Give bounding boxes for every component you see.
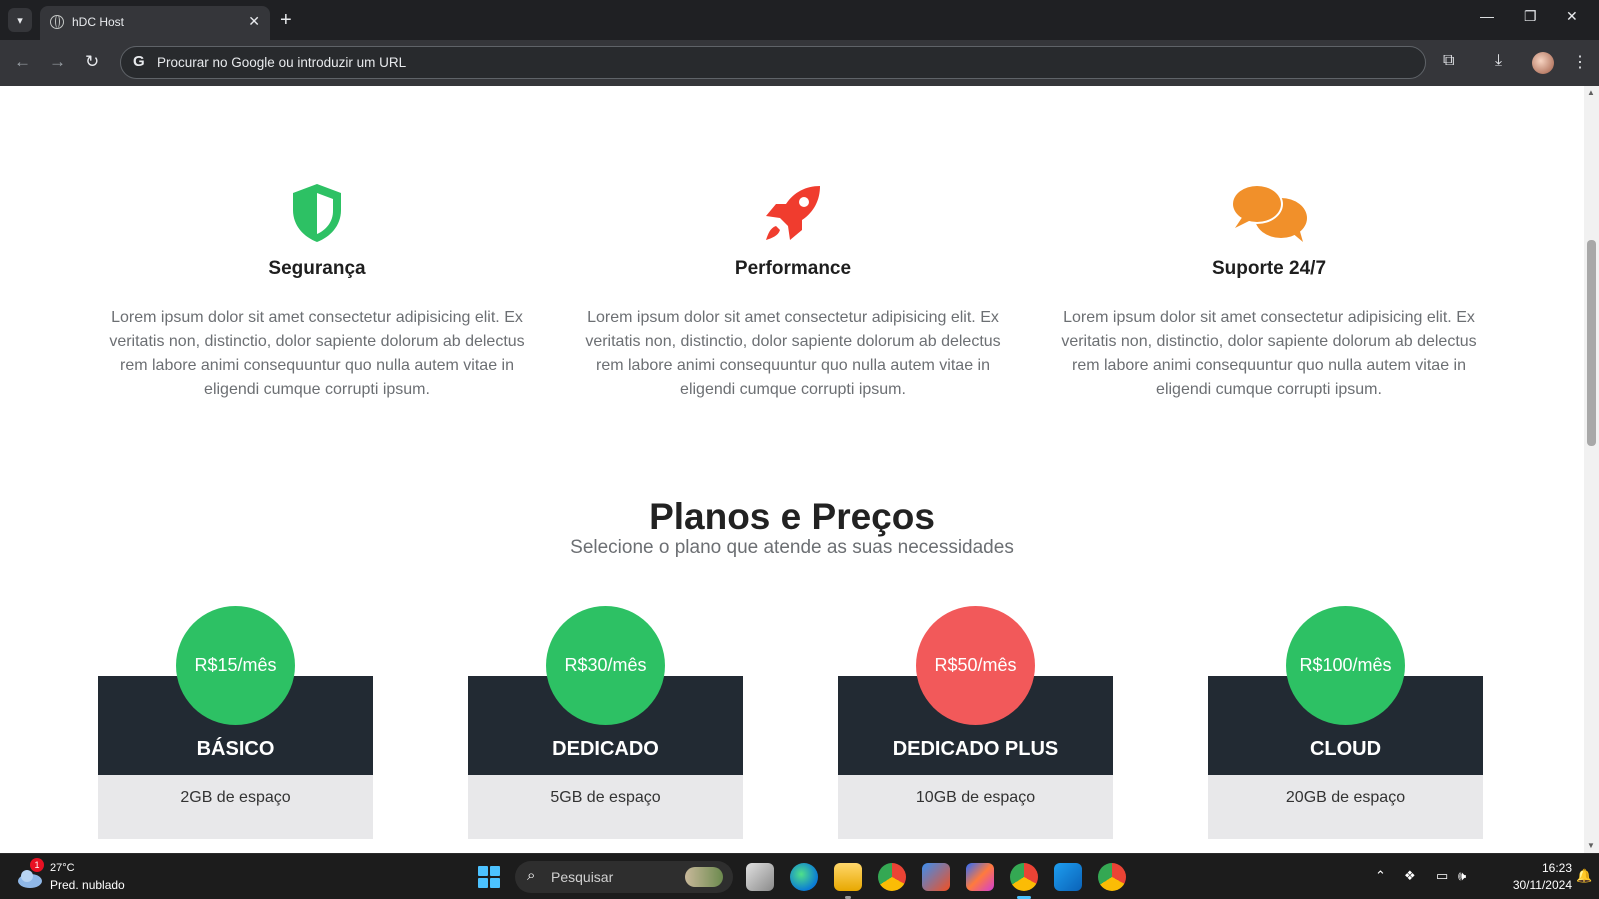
plan-card-basic[interactable]: BÁSICO R$15/mês 2GB de espaço bbox=[98, 606, 373, 839]
address-bar[interactable]: G Procurar no Google ou introduzir um UR… bbox=[120, 46, 1426, 79]
plan-body: 10GB de espaço bbox=[838, 775, 1113, 839]
feature-description: Lorem ipsum dolor sit amet consectetur a… bbox=[109, 309, 525, 398]
google-g-icon: G bbox=[133, 53, 145, 70]
edge-browser-icon[interactable] bbox=[790, 863, 818, 891]
download-icon[interactable]: ⤓ bbox=[1495, 52, 1502, 70]
vscode-icon[interactable] bbox=[1054, 863, 1082, 891]
dropbox-icon[interactable]: ❖ bbox=[1404, 868, 1416, 884]
feature-support: Suporte 24/7 Lorem ipsum dolor sit amet … bbox=[1059, 182, 1479, 402]
plan-name: CLOUD bbox=[1309, 738, 1382, 760]
plans-subtitle: Selecione o plano que atende as suas nec… bbox=[570, 537, 1014, 558]
address-bar-placeholder: Procurar no Google ou introduzir um URL bbox=[157, 55, 407, 70]
task-view-icon[interactable] bbox=[746, 863, 774, 891]
plan-price-circle: R$30/mês bbox=[546, 606, 665, 725]
plan-body: 20GB de espaço bbox=[1208, 775, 1483, 839]
plan-feature: 10GB de espaço bbox=[915, 789, 1036, 806]
plan-feature: 5GB de espaço bbox=[550, 789, 661, 806]
plan-card-cloud[interactable]: CLOUD R$100/mês 20GB de espaço bbox=[1208, 606, 1483, 839]
more-menu-icon[interactable]: ⋮ bbox=[1572, 52, 1588, 72]
feature-title: Performance bbox=[734, 258, 852, 279]
plan-name: DEDICADO bbox=[552, 738, 659, 760]
page-viewport: Segurança Lorem ipsum dolor sit amet con… bbox=[0, 86, 1584, 853]
plan-card-dedicated[interactable]: DEDICADO R$30/mês 5GB de espaço bbox=[468, 606, 743, 839]
feature-title: Segurança bbox=[268, 258, 366, 279]
plan-card-dedicated-plus[interactable]: DEDICADO PLUS R$50/mês 10GB de espaço bbox=[838, 606, 1113, 839]
restore-icon[interactable]: ❐ bbox=[1524, 8, 1537, 25]
reload-icon[interactable]: ↻ bbox=[85, 52, 99, 72]
back-arrow-icon[interactable]: ← bbox=[14, 52, 31, 72]
chat-bubbles-icon bbox=[1231, 184, 1307, 242]
weather-temperature: 27°C bbox=[50, 862, 75, 874]
feature-description: Lorem ipsum dolor sit amet consectetur a… bbox=[1061, 309, 1477, 398]
plan-body: 5GB de espaço bbox=[468, 775, 743, 839]
notification-badge: 1 bbox=[30, 858, 44, 872]
page-scrollbar[interactable]: ▲ ▼ bbox=[1584, 86, 1599, 853]
windows-start-icon[interactable] bbox=[478, 866, 500, 888]
copilot-icon[interactable] bbox=[966, 863, 994, 891]
plan-name: DEDICADO PLUS bbox=[892, 738, 1059, 760]
plan-price-circle: R$50/mês bbox=[916, 606, 1035, 725]
browser-toolbar: ← → ↻ G Procurar no Google ou introduzir… bbox=[0, 40, 1599, 86]
chrome-profile-icon[interactable] bbox=[1010, 863, 1038, 891]
tray-chevron-up-icon[interactable]: ⌃ bbox=[1375, 868, 1386, 884]
plan-price-circle: R$100/mês bbox=[1286, 606, 1405, 725]
tab-search-chevron-icon[interactable]: ▾ bbox=[8, 8, 32, 32]
clock-date[interactable]: 30/11/2024 bbox=[1494, 878, 1572, 892]
new-tab-plus-icon[interactable]: + bbox=[280, 8, 292, 32]
taskbar-search-label: Pesquisar bbox=[551, 869, 614, 885]
feature-performance: Performance Lorem ipsum dolor sit amet c… bbox=[583, 182, 1003, 402]
taskbar-search[interactable]: ⌕ Pesquisar bbox=[515, 861, 733, 893]
forward-arrow-icon[interactable]: → bbox=[49, 52, 66, 72]
scroll-down-icon[interactable]: ▼ bbox=[1587, 841, 1595, 850]
shield-icon bbox=[293, 184, 341, 242]
scroll-thumb[interactable] bbox=[1587, 240, 1596, 446]
extensions-puzzle-icon[interactable]: ⧉ bbox=[1443, 52, 1454, 70]
close-window-icon[interactable]: ✕ bbox=[1566, 8, 1578, 25]
feature-title: Suporte 24/7 bbox=[1211, 258, 1327, 279]
profile-avatar[interactable] bbox=[1532, 52, 1554, 74]
plan-feature: 2GB de espaço bbox=[180, 789, 291, 806]
tab-title: hDC Host bbox=[72, 15, 125, 29]
weather-description: Pred. nublado bbox=[50, 878, 125, 892]
chrome-icon[interactable] bbox=[878, 863, 906, 891]
search-icon: ⌕ bbox=[527, 867, 536, 884]
microsoft-store-icon[interactable] bbox=[922, 863, 950, 891]
network-icon[interactable]: ▭ bbox=[1436, 868, 1448, 884]
plan-name: BÁSICO bbox=[196, 738, 275, 760]
scroll-up-icon[interactable]: ▲ bbox=[1587, 88, 1595, 97]
browser-tab[interactable]: hDC Host ✕ bbox=[40, 6, 270, 40]
globe-icon bbox=[50, 15, 64, 29]
feature-security: Segurança Lorem ipsum dolor sit amet con… bbox=[107, 182, 527, 402]
browser-tab-bar: ▾ hDC Host ✕ + — ❐ ✕ bbox=[0, 0, 1599, 40]
plan-body: 2GB de espaço bbox=[98, 775, 373, 839]
search-highlight-image bbox=[685, 867, 723, 887]
feature-description: Lorem ipsum dolor sit amet consectetur a… bbox=[585, 309, 1001, 398]
plan-feature: 20GB de espaço bbox=[1285, 789, 1406, 806]
volume-icon[interactable]: 🕪 bbox=[1458, 868, 1466, 884]
close-tab-icon[interactable]: ✕ bbox=[248, 13, 260, 30]
windows-taskbar: 1 27°C Pred. nublado ⌕ Pesquisar ⌃ ❖ ▭ 🕪… bbox=[0, 853, 1599, 899]
file-explorer-icon[interactable] bbox=[834, 863, 862, 891]
clock-time[interactable]: 16:23 bbox=[1526, 861, 1572, 875]
minimize-icon[interactable]: — bbox=[1480, 8, 1494, 24]
notifications-bell-icon[interactable]: 🔔 bbox=[1576, 868, 1592, 884]
plans-title: Planos e Preços bbox=[649, 496, 935, 537]
rocket-icon bbox=[766, 186, 820, 240]
chrome-secondary-profile-icon[interactable] bbox=[1098, 863, 1126, 891]
plan-price-circle: R$15/mês bbox=[176, 606, 295, 725]
